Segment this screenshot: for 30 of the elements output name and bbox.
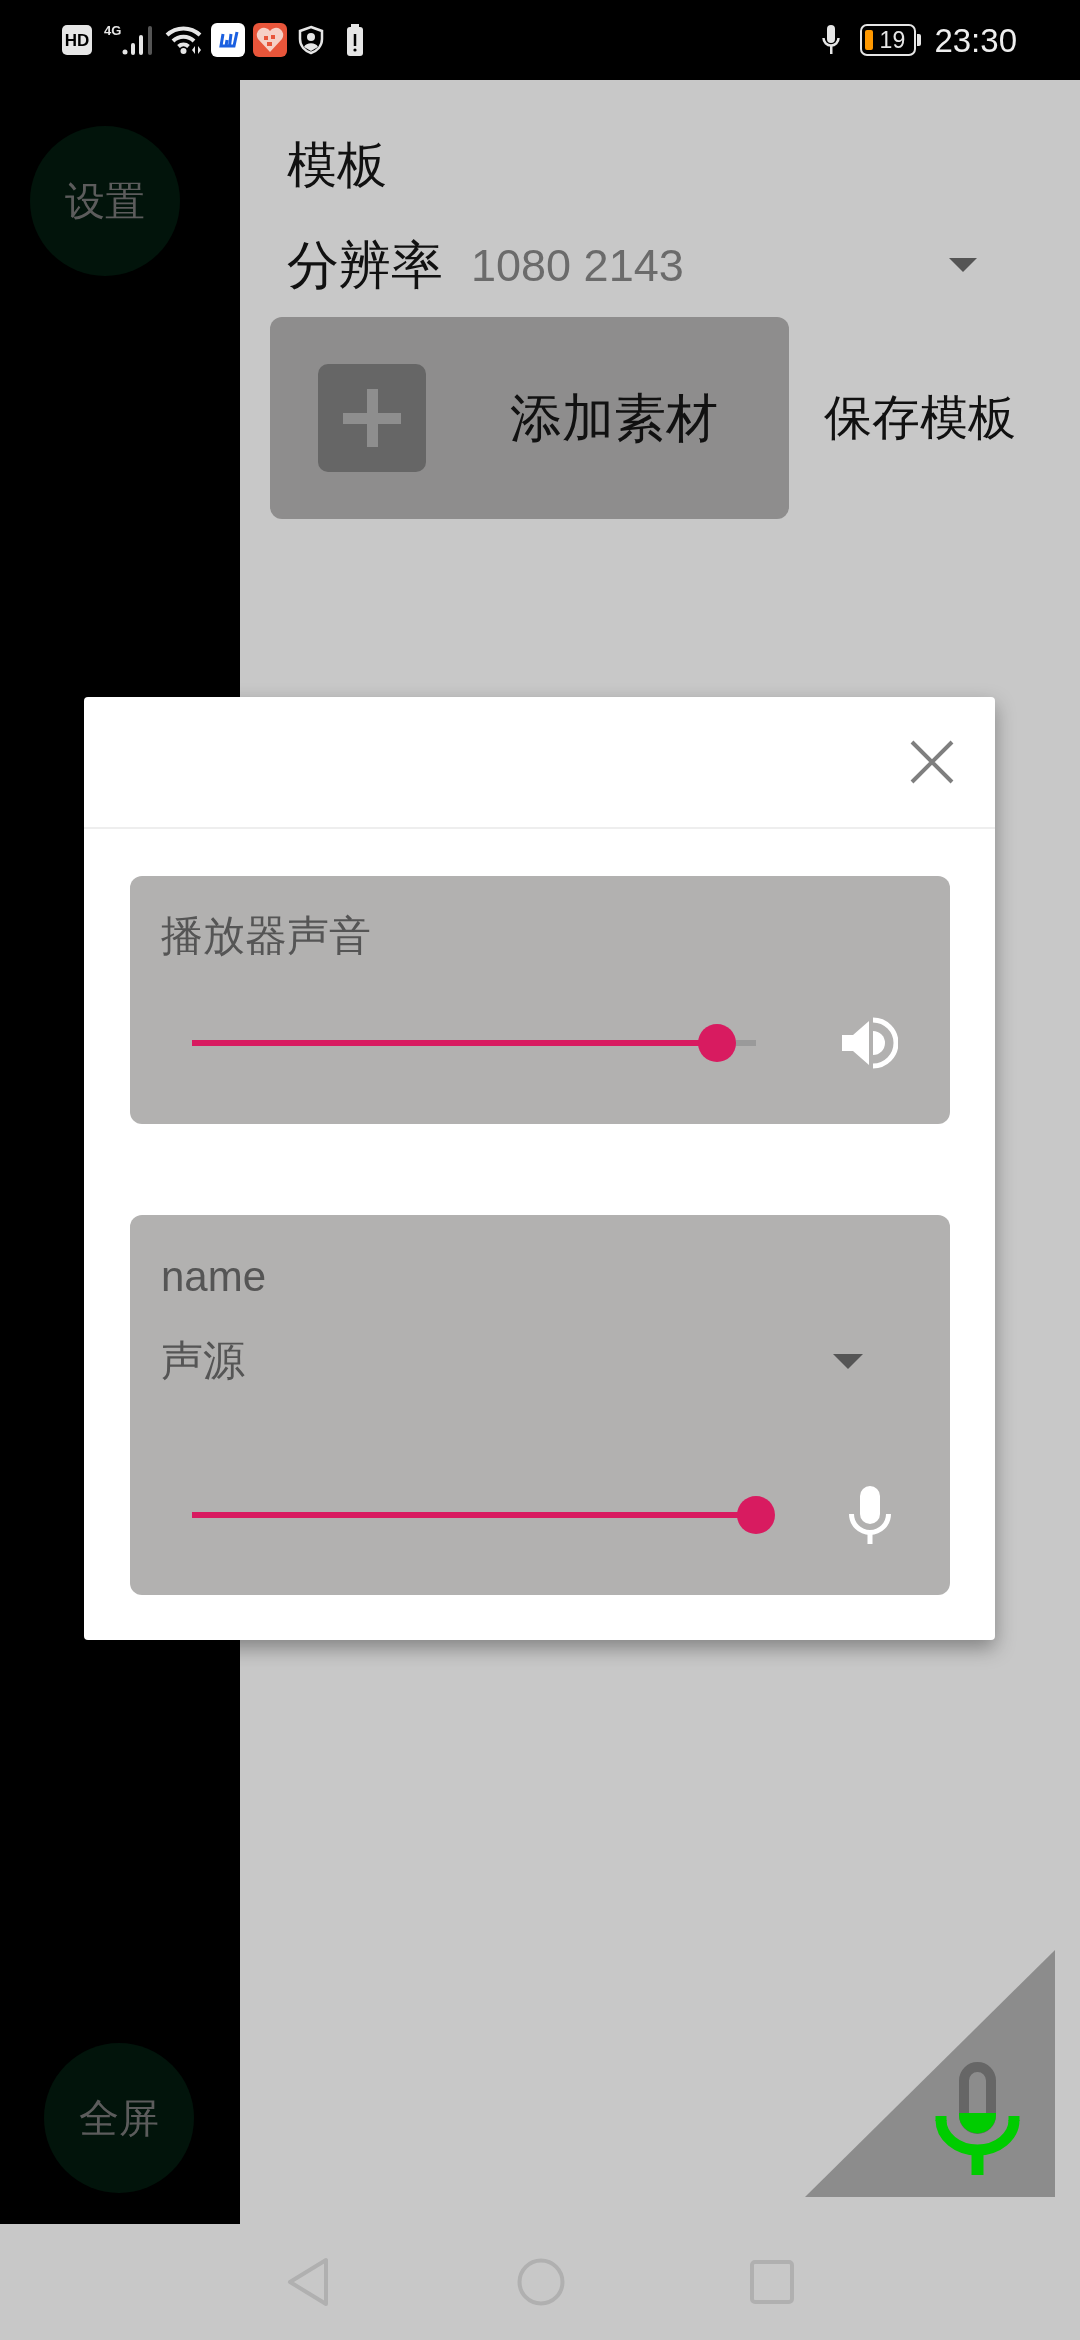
mic-icon <box>822 25 841 55</box>
card-title: name <box>161 1256 267 1298</box>
battery-indicator: 19 <box>860 24 922 56</box>
slider-thumb[interactable] <box>697 1024 736 1062</box>
sound-source-dropdown[interactable]: 声源 <box>161 1331 863 1391</box>
clock-time: 23:30 <box>934 23 1017 57</box>
battery-alert-icon <box>346 24 365 56</box>
add-material-button[interactable]: 添加素材 <box>270 317 789 519</box>
hd-indicator: HD <box>62 25 92 55</box>
caret-icon <box>833 1353 863 1369</box>
plus-icon <box>318 364 426 472</box>
close-icon[interactable] <box>910 740 954 784</box>
network-type-label: 4G <box>104 24 122 37</box>
template-title: 模板 <box>287 140 387 190</box>
fullscreen-button[interactable]: 全屏 <box>44 2043 194 2193</box>
resolution-label: 分辨率 <box>287 239 443 291</box>
app-icon <box>253 23 288 57</box>
caret-icon <box>949 258 977 272</box>
speaker-icon[interactable] <box>842 1017 898 1069</box>
recent-apps-icon[interactable] <box>750 2260 794 2304</box>
card-title: 播放器声音 <box>161 915 371 957</box>
shield-icon <box>298 25 325 55</box>
mic-icon[interactable] <box>848 1486 892 1544</box>
home-icon[interactable] <box>517 2258 565 2306</box>
settings-button[interactable]: 设置 <box>30 126 180 276</box>
app-icon <box>211 23 246 57</box>
resolution-dropdown[interactable]: 1080 2143 <box>471 242 977 288</box>
mic-icon <box>935 2062 1020 2175</box>
save-template-button[interactable]: 保存模板 <box>824 394 1016 442</box>
slider-thumb[interactable] <box>737 1496 775 1534</box>
